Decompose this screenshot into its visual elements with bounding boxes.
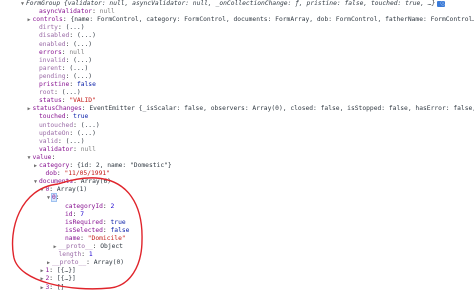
expand-triangle-right-icon[interactable]: ▶: [52, 242, 59, 253]
expand-triangle-right-icon[interactable]: ▶: [32, 161, 39, 172]
tree-row[interactable]: ▶ controls: {name: FormControl, category:…: [26, 14, 474, 25]
separator: :: [55, 194, 60, 202]
separator: :: [86, 259, 94, 267]
separator: :: [49, 283, 57, 291]
expand-triangle-right-icon[interactable]: ▶: [26, 104, 33, 115]
separator: :: [73, 145, 81, 153]
expand-triangle-right-icon[interactable]: ▶: [39, 283, 46, 294]
info-icon[interactable]: ⓘ: [437, 1, 446, 7]
separator: :: [102, 202, 111, 210]
tree-row[interactable]: ▶ statusChanges: EventEmitter {_isScalar:…: [26, 103, 474, 114]
property-value: Array(1): [56, 186, 88, 194]
property-value: Object: [100, 243, 123, 250]
property-value: EventEmitter {_isScalar: false, observer…: [89, 105, 474, 113]
property-value: []: [56, 283, 65, 291]
property-value: null: [80, 145, 96, 153]
property-value: 2: [110, 202, 115, 210]
expand-triangle-right-icon[interactable]: ▶: [26, 15, 33, 26]
expand-triangle-down-icon[interactable]: ▼: [45, 193, 52, 204]
property-value: {name: FormControl, category: FormContro…: [70, 16, 474, 24]
property-value: {validator: null, asyncValidator: null, …: [60, 0, 436, 7]
devtools-console: { "console": { "lines": [ {"indent":0,"t…: [0, 0, 474, 301]
property-value: Array(0): [93, 259, 125, 267]
tree-row[interactable]: ▼ 0:: [45, 192, 60, 203]
expand-triangle-down-icon[interactable]: ▼: [19, 0, 26, 10]
tree-row[interactable]: ▶ 3: []: [39, 282, 65, 294]
